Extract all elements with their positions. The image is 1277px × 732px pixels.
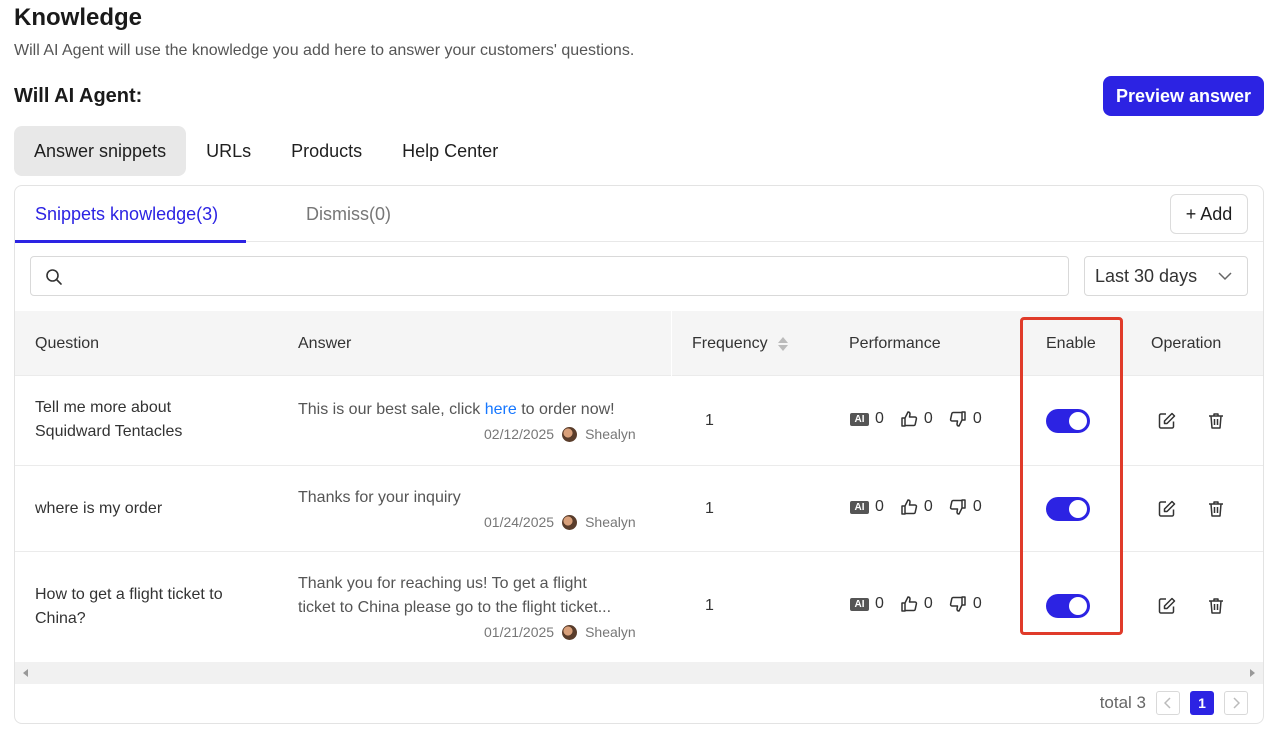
author-name: Shealyn xyxy=(585,624,636,640)
chevron-down-icon xyxy=(1218,272,1232,281)
trash-icon[interactable] xyxy=(1206,499,1226,519)
enable-toggle[interactable] xyxy=(1046,497,1090,521)
page-subtitle: Will AI Agent will use the knowledge you… xyxy=(14,42,635,59)
preview-answer-button[interactable]: Preview answer xyxy=(1103,76,1264,116)
author-name: Shealyn xyxy=(585,426,636,442)
header-frequency[interactable]: Frequency xyxy=(692,311,788,376)
performance-cell: AI 0 0 0 xyxy=(850,410,998,428)
thumbs-up-icon xyxy=(901,596,918,612)
answer-date: 01/21/2025 xyxy=(484,624,555,640)
answer-meta: 01/21/2025 Shealyn xyxy=(484,624,636,640)
performance-cell: AI 0 0 0 xyxy=(850,595,998,613)
chevron-right-icon xyxy=(1233,697,1240,709)
table-row: Tell me more about Squidward Tentacles T… xyxy=(15,376,1263,466)
search-box xyxy=(30,256,1069,296)
author-name: Shealyn xyxy=(585,514,636,530)
ai-badge-icon: AI xyxy=(850,500,869,514)
answer-cell: Thanks for your inquiry xyxy=(298,489,461,506)
frequency-cell: 1 xyxy=(705,597,714,614)
answer-date: 01/24/2025 xyxy=(484,514,555,530)
horizontal-scrollbar[interactable] xyxy=(15,662,1263,684)
page-number[interactable]: 1 xyxy=(1190,691,1214,715)
thumbs-down-icon xyxy=(949,499,966,515)
trash-icon[interactable] xyxy=(1206,596,1226,616)
header-frequency-label: Frequency xyxy=(692,334,768,352)
question-cell: Tell me more about Squidward Tentacles xyxy=(35,399,183,440)
frequency-cell: 1 xyxy=(705,500,714,517)
prev-page-button[interactable] xyxy=(1156,691,1180,715)
tab-help-center[interactable]: Help Center xyxy=(382,126,518,176)
tab-urls[interactable]: URLs xyxy=(186,126,271,176)
next-page-button[interactable] xyxy=(1224,691,1248,715)
thumbs-up-icon xyxy=(901,499,918,515)
answer-meta: 01/24/2025 Shealyn xyxy=(484,514,636,530)
ai-badge-icon: AI xyxy=(850,412,869,426)
knowledge-card: Snippets knowledge(3) Dismiss(0) + Add L… xyxy=(14,185,1264,724)
avatar xyxy=(562,514,578,530)
question-cell: How to get a flight ticket to China? xyxy=(35,586,223,627)
header-answer: Answer xyxy=(298,334,352,352)
add-button[interactable]: + Add xyxy=(1170,194,1248,234)
agent-label: Will AI Agent: xyxy=(14,85,143,107)
search-input[interactable] xyxy=(71,257,1061,295)
performance-cell: AI 0 0 0 xyxy=(850,498,998,516)
thumbs-down-icon xyxy=(949,411,966,427)
thumbs-down-icon xyxy=(949,596,966,612)
header-performance: Performance xyxy=(849,334,941,352)
answer-cell: Thank you for reaching us! To get a flig… xyxy=(298,575,612,616)
total-count: total 3 xyxy=(1099,693,1146,712)
trash-icon[interactable] xyxy=(1206,411,1226,431)
scroll-right-icon[interactable] xyxy=(1250,669,1255,677)
search-icon xyxy=(46,269,62,285)
date-range-select[interactable]: Last 30 days xyxy=(1084,256,1248,296)
tab-answer-snippets[interactable]: Answer snippets xyxy=(14,126,187,176)
thumbs-up-icon xyxy=(901,411,918,427)
frequency-cell: 1 xyxy=(705,412,714,429)
tab-snippets-knowledge[interactable]: Snippets knowledge(3) xyxy=(15,186,246,243)
page-title: Knowledge xyxy=(14,4,143,31)
table-row: where is my order Thanks for your inquir… xyxy=(15,466,1263,552)
header-operation: Operation xyxy=(1151,334,1222,352)
answer-date: 02/12/2025 xyxy=(484,426,555,442)
date-range-value: Last 30 days xyxy=(1095,265,1198,286)
answer-cell: This is our best sale, click here to ord… xyxy=(298,401,615,418)
answer-link[interactable]: here xyxy=(485,401,517,418)
edit-icon[interactable] xyxy=(1157,411,1177,431)
snippets-table: Question Answer Frequency Performance En… xyxy=(15,311,1263,662)
top-tabs: Answer snippets URLs Products Help Cente… xyxy=(14,126,518,176)
sort-icon[interactable] xyxy=(777,336,788,351)
enable-toggle[interactable] xyxy=(1046,594,1090,618)
tab-dismiss[interactable]: Dismiss(0) xyxy=(306,186,391,242)
chevron-left-icon xyxy=(1164,697,1171,709)
header-question: Question xyxy=(35,334,100,352)
pagination: total 3 1 xyxy=(1100,690,1248,716)
ai-badge-icon: AI xyxy=(850,597,869,611)
sub-tabs: Snippets knowledge(3) Dismiss(0) + Add xyxy=(15,186,1263,243)
question-cell: where is my order xyxy=(35,500,163,517)
avatar xyxy=(562,624,578,640)
scroll-left-icon[interactable] xyxy=(23,669,28,677)
enable-toggle[interactable] xyxy=(1046,409,1090,433)
avatar xyxy=(562,426,578,442)
header-enable: Enable xyxy=(1046,334,1096,352)
header-divider xyxy=(671,311,672,376)
answer-meta: 02/12/2025 Shealyn xyxy=(484,426,636,442)
tab-products[interactable]: Products xyxy=(271,126,382,176)
table-header: Question Answer Frequency Performance En… xyxy=(15,311,1263,376)
edit-icon[interactable] xyxy=(1157,596,1177,616)
edit-icon[interactable] xyxy=(1157,499,1177,519)
table-row: How to get a flight ticket to China? Tha… xyxy=(15,552,1263,662)
